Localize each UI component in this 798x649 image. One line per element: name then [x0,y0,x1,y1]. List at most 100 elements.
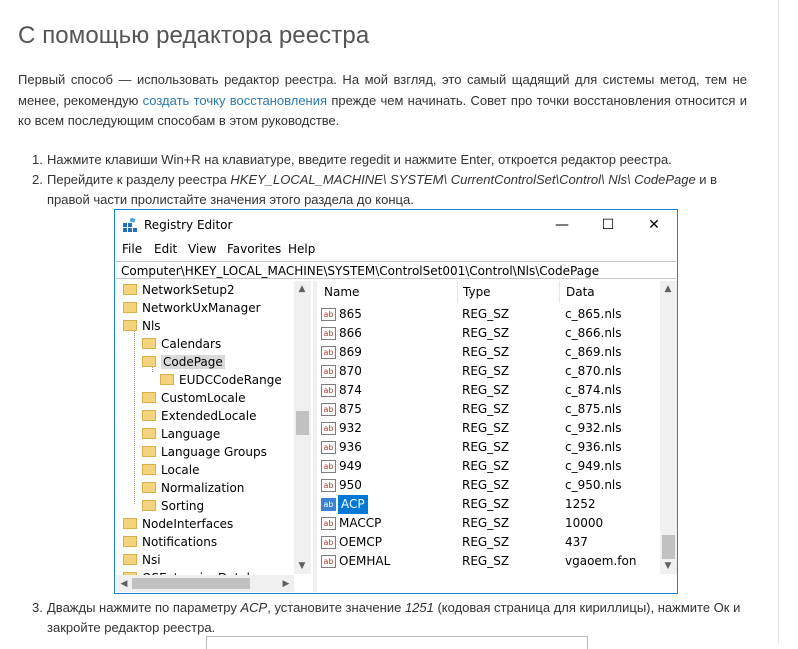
value-type: REG_SZ [462,478,510,492]
folder-icon [123,518,137,529]
value-row[interactable]: ab MACCP REG_SZ 10000 [317,514,661,533]
values-scroll-thumb[interactable] [662,535,675,559]
column-separator[interactable] [559,281,560,303]
folder-icon [123,320,137,331]
scroll-down-arrow-icon[interactable]: ▼ [660,561,676,571]
value-row[interactable]: ab OEMHAL REG_SZ vgaoem.fon [317,552,661,571]
tree-item[interactable]: NetworkUxManager [123,299,261,317]
tree-item-label: Nls [142,319,161,333]
value-name: 875 [339,402,362,416]
menu-file[interactable]: File [122,242,142,256]
param-name: ACP [240,600,268,615]
value-name: 874 [339,383,362,397]
string-value-icon: ab [321,403,336,416]
value-row[interactable]: ab ACP REG_SZ 1252 [317,495,661,514]
values-vertical-scrollbar[interactable] [660,281,677,574]
address-bar[interactable]: Computer\HKEY_LOCAL_MACHINE\SYSTEM\Contr… [116,261,676,279]
tree-item-label: Normalization [161,481,245,495]
scroll-up-arrow-icon[interactable]: ▲ [660,284,676,294]
value-row[interactable]: ab 870 REG_SZ c_870.nls [317,362,661,381]
value-row[interactable]: ab 865 REG_SZ c_865.nls [317,305,661,324]
value-name: OEMHAL [339,554,391,568]
string-value-icon: ab [321,536,336,549]
tree-item[interactable]: CustomLocale [142,389,245,407]
step-3: 3. Дважды нажмите по параметру ACP, уста… [32,598,748,638]
value-data: vgaoem.fon [565,554,637,568]
close-button[interactable]: ✕ [631,210,677,240]
column-separator[interactable] [457,281,458,303]
string-value-icon: ab [321,441,336,454]
folder-icon [142,428,156,439]
value-type: REG_SZ [462,383,510,397]
scroll-up-arrow-icon[interactable]: ▲ [294,284,310,294]
tree-item[interactable]: CodePage [142,353,225,371]
scroll-down-arrow-icon[interactable]: ▼ [294,561,310,571]
folder-icon [142,446,156,457]
menu-favorites[interactable]: Favorites [227,242,281,256]
tree-item[interactable]: NodeInterfaces [123,515,233,533]
step-2: 2. Перейдите к разделу реестра HKEY_LOCA… [32,170,748,210]
folder-icon [123,302,137,313]
tree-item-label: Sorting [161,499,205,513]
value-name: MACCP [339,516,382,530]
string-value-icon: ab [321,365,336,378]
menu-view[interactable]: View [188,242,216,256]
menu-help[interactable]: Help [288,242,315,256]
value-data: c_865.nls [565,307,622,321]
column-header-data[interactable]: Data [566,281,595,303]
minimize-button[interactable]: — [539,210,585,240]
maximize-button[interactable]: ☐ [585,210,631,240]
tree-item[interactable]: Notifications [123,533,217,551]
string-value-icon: ab [321,422,336,435]
value-type: REG_SZ [462,554,510,568]
tree-scroll-thumb[interactable] [296,411,309,435]
value-row[interactable]: ab 949 REG_SZ c_949.nls [317,457,661,476]
tree-item[interactable]: Normalization [142,479,244,497]
value-type: REG_SZ [462,440,510,454]
content-right-border [778,0,779,644]
tree-item[interactable]: Locale [142,461,199,479]
window-title: Registry Editor [144,218,233,232]
folder-icon [142,500,156,511]
tree-hscroll-thumb[interactable] [132,578,250,589]
value-name: OEMCP [339,535,382,549]
scroll-left-arrow-icon[interactable]: ◀ [116,579,132,589]
value-data: c_869.nls [565,345,622,359]
tree-item-label: NodeInterfaces [142,517,234,531]
value-row[interactable]: ab 874 REG_SZ c_874.nls [317,381,661,400]
string-value-icon: ab [321,517,336,530]
tree-item[interactable]: EUDCCodeRange [160,371,282,389]
value-row[interactable]: ab 932 REG_SZ c_932.nls [317,419,661,438]
tree-item[interactable]: Language [142,425,220,443]
scroll-right-arrow-icon[interactable]: ▶ [278,579,294,589]
value-type: REG_SZ [462,497,510,511]
tree-item[interactable]: ExtendedLocale [142,407,256,425]
tree-item[interactable]: NetworkSetup2 [123,281,235,299]
value-name: 869 [339,345,362,359]
value-row[interactable]: ab 950 REG_SZ c_950.nls [317,476,661,495]
folder-icon [160,374,174,385]
tree-item-label: EUDCCodeRange [179,373,282,387]
registry-editor-window: Registry Editor — ☐ ✕ File Edit View Fav… [114,209,678,594]
value-data: 10000 [565,516,604,530]
value-row[interactable]: ab 936 REG_SZ c_936.nls [317,438,661,457]
value-row[interactable]: ab 866 REG_SZ c_866.nls [317,324,661,343]
value-row[interactable]: ab 869 REG_SZ c_869.nls [317,343,661,362]
restore-point-link[interactable]: создать точку восстановления [143,93,327,108]
value-row[interactable]: ab OEMCP REG_SZ 437 [317,533,661,552]
tree-item[interactable]: Sorting [142,497,204,515]
tree-item[interactable]: Nsi [123,551,161,569]
value-type: REG_SZ [462,516,510,530]
values-list-pane: Name Type Data ab 865 REG_SZ c_865.nls ab 866… [317,281,677,592]
folder-icon [123,554,137,565]
value-data: c_936.nls [565,440,622,454]
tree-item[interactable]: Nls [123,317,161,335]
column-header-name[interactable]: Name [324,281,359,303]
tree-item-label: Locale [161,463,200,477]
column-header-type[interactable]: Type [463,281,491,303]
value-row[interactable]: ab 875 REG_SZ c_875.nls [317,400,661,419]
tree-item[interactable]: Language Groups [142,443,267,461]
menu-edit[interactable]: Edit [154,242,177,256]
tree-item-label: CustomLocale [161,391,246,405]
tree-item[interactable]: Calendars [142,335,221,353]
